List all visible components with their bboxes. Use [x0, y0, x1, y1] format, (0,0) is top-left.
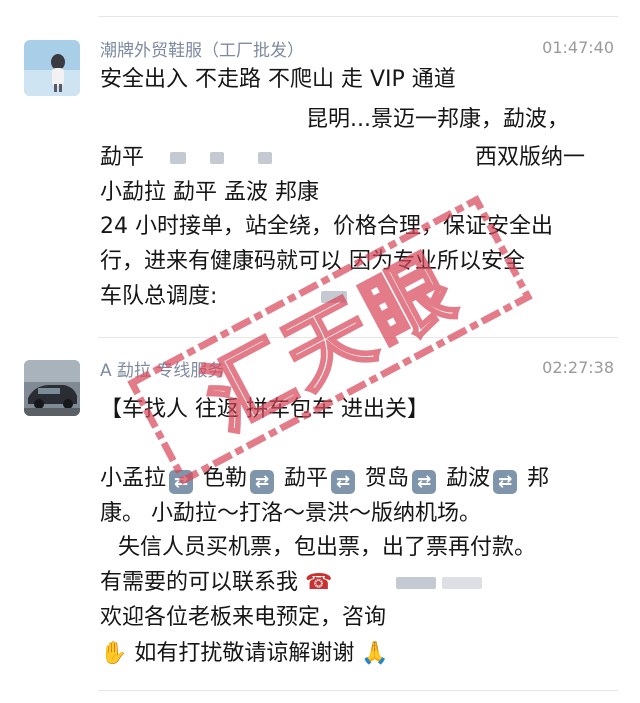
- post-text-fragment: 如有打扰敬请谅解谢谢: [134, 641, 355, 666]
- avatar-image: [24, 40, 80, 96]
- post-text-line: 车队总调度:: [100, 284, 348, 310]
- post-text-line: 失信人员买机票，包出票，出了票再付款。: [118, 535, 537, 560]
- post-text-line: 行，进来有健康码就可以 因为专业所以安全: [100, 249, 525, 274]
- post-text-line: 勐平: [100, 145, 273, 171]
- repeat-icon: ⇄: [169, 470, 194, 494]
- timestamp: 02:27:38: [542, 358, 614, 377]
- route-stop: 贺岛: [365, 466, 410, 491]
- handshake-icon: ✋: [100, 641, 128, 666]
- redacted-block: [258, 152, 273, 164]
- route-stop: 小孟拉: [100, 466, 167, 491]
- post-text-line: 小孟拉 ⇄ 色勒 ⇄ 勐平 ⇄ 贺岛 ⇄ 勐波 ⇄ 邦: [100, 466, 549, 494]
- route-stop: 色勒: [203, 466, 248, 491]
- author-name[interactable]: 潮牌外贸鞋服（工厂批发）: [100, 36, 304, 61]
- repeat-icon: ⇄: [412, 470, 437, 494]
- redacted-phone: [396, 577, 437, 589]
- repeat-icon: ⇄: [331, 470, 356, 494]
- redacted-phone: [321, 291, 348, 303]
- post-text-line: 西双版纳一: [475, 145, 586, 170]
- bottom-divider: [98, 690, 618, 691]
- post-text-line: 欢迎各位老板来电预定，咨询: [100, 605, 387, 630]
- telephone-icon: ☎: [305, 570, 333, 595]
- post-text-fragment: 勐平: [100, 145, 145, 170]
- post-text-line: 24 小时接单，站全绕，价格合理，保证安全出: [100, 214, 553, 239]
- route-stop: 邦: [527, 466, 550, 491]
- route-stop: 勐平: [284, 466, 329, 491]
- watermark-stamp: 汇天眼: [127, 195, 533, 485]
- redacted-block: [210, 152, 225, 164]
- post-text-line: 昆明...景迈一邦康，勐波，: [306, 107, 569, 132]
- avatar[interactable]: [24, 360, 80, 416]
- post-divider: [98, 337, 618, 338]
- top-divider: [98, 16, 618, 17]
- redacted-phone: [442, 577, 483, 589]
- post-text-fragment: 有需要的可以联系我: [100, 570, 299, 595]
- avatar[interactable]: [24, 40, 80, 96]
- author-name[interactable]: A 勐拉 专线服务: [100, 356, 224, 381]
- pray-icon: 🙏: [361, 641, 389, 666]
- post-text-line: 【车找人 往返 拼车包车 进出关】: [100, 397, 429, 422]
- post-text-line: 有需要的可以联系我 ☎: [100, 570, 483, 596]
- post-text-line: 安全出入 不走路 不爬山 走 VIP 通道: [100, 67, 456, 92]
- post-text-line: 康。 小勐拉～打洛～景洪～版纳机场。: [100, 501, 481, 526]
- timestamp: 01:47:40: [542, 38, 614, 57]
- avatar-image: [24, 360, 80, 416]
- repeat-icon: ⇄: [250, 470, 275, 494]
- route-stop: 勐波: [446, 466, 491, 491]
- post-text-line: 小勐拉 勐平 孟波 邦康: [100, 180, 319, 205]
- post-text-fragment: 车队总调度:: [100, 284, 218, 309]
- redacted-block: [170, 152, 187, 164]
- repeat-icon: ⇄: [493, 470, 518, 494]
- post-text-line: ✋ 如有打扰敬请谅解谢谢 🙏: [100, 641, 389, 667]
